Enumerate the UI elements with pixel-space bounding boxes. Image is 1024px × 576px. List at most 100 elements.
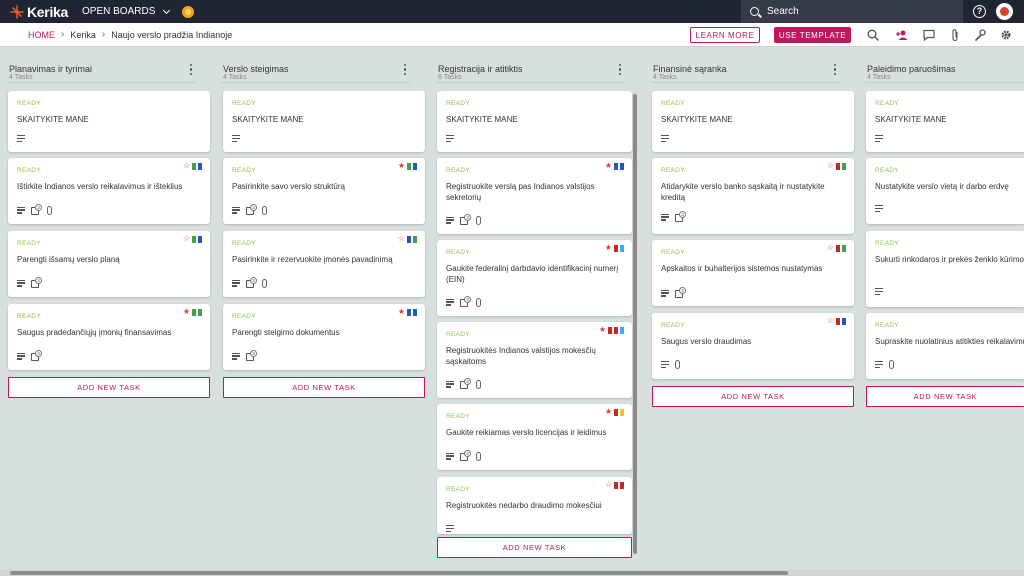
task-title: SKAITYKITE MANE: [232, 115, 304, 124]
task-card[interactable]: READY SKAITYKITE MANE: [8, 91, 210, 152]
column-task-count: 4 Tasks: [9, 74, 33, 81]
task-card[interactable]: ★ READY Gaukite reikiamas verslo licenci…: [437, 404, 632, 470]
task-card[interactable]: ★ READY Registruokite verslą pas Indiano…: [437, 158, 632, 234]
task-card[interactable]: ☆ READY Parengti išsamų verslo planą 3: [8, 231, 210, 297]
task-card[interactable]: ★ READY Saugus pradedančiųjų įmonių fina…: [8, 304, 210, 370]
star-outline-icon[interactable]: ☆: [183, 235, 190, 243]
description-icon: [232, 279, 240, 287]
star-filled-icon[interactable]: ★: [398, 308, 405, 316]
more-vert-icon[interactable]: [404, 64, 407, 75]
kerika-logo[interactable]: Kerika: [10, 4, 68, 20]
star-outline-icon[interactable]: ☆: [827, 317, 834, 325]
star-outline-icon[interactable]: ☆: [827, 244, 834, 252]
task-title: Saugus verslo draudimas: [661, 337, 752, 346]
column-header[interactable]: Paleidimo paruošimas 4 Tasks: [858, 47, 1024, 85]
task-title: Apskaitos ir buhalterijos sistemos nusta…: [661, 264, 823, 273]
help-icon[interactable]: ?: [973, 5, 986, 18]
task-title: Saugus pradedančiųjų įmonių finansavimas: [17, 328, 172, 337]
tag-blue-icon: [407, 308, 411, 316]
learn-more-button[interactable]: LEARN MORE: [690, 27, 760, 43]
breadcrumb-account[interactable]: Kerika: [70, 30, 96, 40]
checklist-icon: 3: [246, 204, 257, 215]
column-header[interactable]: Finansinė sąranka 4 Tasks: [644, 47, 847, 85]
column-scrollbar[interactable]: [633, 94, 637, 554]
task-card[interactable]: ★ READY Gaukite federalinį darbdavio ide…: [437, 240, 632, 316]
kerika-logo-icon: [10, 4, 24, 19]
star-outline-icon[interactable]: ☆: [605, 481, 612, 489]
top-navigation-bar: Kerika OPEN BOARDS Search ?: [0, 0, 1024, 23]
task-status: READY: [17, 167, 41, 174]
star-filled-icon[interactable]: ★: [599, 326, 606, 334]
add-new-task-button[interactable]: ADD NEW TASK: [223, 377, 425, 398]
star-filled-icon[interactable]: ★: [183, 308, 190, 316]
add-new-task-button[interactable]: ADD NEW TASK: [652, 386, 854, 407]
checklist-count: 3: [464, 378, 471, 385]
task-title: Sukurti rinkodaros ir prekės ženklo kūri…: [875, 255, 1024, 264]
task-title: Supraskite nuolatinius atitikties reikal…: [875, 337, 1024, 346]
tag-blue-icon: [413, 308, 417, 316]
star-filled-icon[interactable]: ★: [398, 162, 405, 170]
search-icon[interactable]: [866, 28, 880, 42]
checklist-icon: 3: [460, 296, 471, 307]
gear-icon[interactable]: [999, 28, 1013, 42]
task-card[interactable]: READY SKAITYKITE MANE: [866, 91, 1024, 152]
task-card[interactable]: ☆ READY Saugus verslo draudimas: [652, 313, 854, 379]
task-title: Parengti išsamų verslo planą: [17, 255, 120, 264]
breadcrumb-home[interactable]: HOME: [28, 30, 55, 40]
more-vert-icon[interactable]: [190, 64, 193, 75]
task-card[interactable]: ☆ READY Registruokitės nedarbo draudimo …: [437, 477, 632, 534]
attachment-icon[interactable]: [948, 28, 962, 42]
board-column: Paleidimo paruošimas 4 Tasks: [858, 47, 1024, 85]
checklist-icon: 3: [675, 287, 686, 298]
star-outline-icon[interactable]: ☆: [827, 162, 834, 170]
description-icon: [446, 452, 454, 460]
task-title: Gaukite federalinį darbdavio identifikac…: [446, 264, 619, 284]
open-boards-menu[interactable]: OPEN BOARDS: [82, 6, 171, 17]
task-card[interactable]: READY Supraskite nuolatinius atitikties …: [866, 313, 1024, 379]
task-card[interactable]: ★ READY Parengti steigimo dokumentus 3: [223, 304, 425, 370]
board-status-icon[interactable]: [182, 5, 195, 18]
star-filled-icon[interactable]: ★: [605, 244, 612, 252]
star-filled-icon[interactable]: ★: [605, 162, 612, 170]
task-card[interactable]: ☆ READY Atidarykite verslo banko sąskait…: [652, 158, 854, 234]
task-card[interactable]: READY Nustatykite verslo vietą ir darbo …: [866, 158, 1024, 224]
use-template-button[interactable]: USE TEMPLATE: [774, 27, 851, 43]
add-new-task-button[interactable]: ADD NEW TASK: [866, 386, 1024, 407]
description-icon: [875, 205, 883, 212]
task-card[interactable]: ☆ READY Ištirkite Indianos verslo reikal…: [8, 158, 210, 224]
column-header[interactable]: Verslo steigimas 4 Tasks: [214, 47, 417, 85]
task-card[interactable]: ☆ READY Apskaitos ir buhalterijos sistem…: [652, 240, 854, 306]
search-box[interactable]: Search: [741, 0, 963, 23]
user-avatar[interactable]: [996, 3, 1013, 20]
task-status: READY: [17, 313, 41, 320]
column-header[interactable]: Registracija ir atitiktis 6 Tasks: [429, 47, 632, 85]
tools-icon[interactable]: [973, 28, 987, 42]
more-vert-icon[interactable]: [619, 64, 622, 75]
task-card[interactable]: ☆ READY Pasirinkite ir rezervuokite įmon…: [223, 231, 425, 297]
add-person-icon[interactable]: [895, 28, 909, 42]
task-card[interactable]: ★ READY Registruokitės Indianos valstijo…: [437, 322, 632, 398]
task-card[interactable]: READY SKAITYKITE MANE: [223, 91, 425, 152]
attachment-icon: [675, 360, 680, 369]
column-header[interactable]: Planavimas ir tyrimai 4 Tasks: [0, 47, 203, 85]
tag-lightblue-icon: [620, 244, 624, 252]
tag-blue-icon: [198, 162, 202, 170]
star-outline-icon[interactable]: ☆: [183, 162, 190, 170]
open-boards-label: OPEN BOARDS: [82, 6, 156, 17]
description-icon: [446, 298, 454, 306]
task-card[interactable]: ★ READY Pasirinkite savo verslo struktūr…: [223, 158, 425, 224]
task-card[interactable]: READY SKAITYKITE MANE: [437, 91, 632, 152]
tag-blue-icon: [842, 317, 846, 325]
more-vert-icon[interactable]: [834, 64, 837, 75]
star-outline-icon[interactable]: ☆: [398, 235, 405, 243]
horizontal-scrollbar-thumb[interactable]: [10, 571, 788, 575]
add-new-task-button[interactable]: ADD NEW TASK: [437, 537, 632, 558]
task-card[interactable]: READY Sukurti rinkodaros ir prekės ženkl…: [866, 231, 1024, 307]
checklist-icon: 3: [31, 277, 42, 288]
star-filled-icon[interactable]: ★: [605, 408, 612, 416]
add-new-task-button[interactable]: ADD NEW TASK: [8, 377, 210, 398]
chat-icon[interactable]: [922, 28, 936, 42]
task-title: SKAITYKITE MANE: [17, 115, 89, 124]
task-card[interactable]: READY SKAITYKITE MANE: [652, 91, 854, 152]
column-title: Registracija ir atitiktis: [438, 64, 523, 74]
